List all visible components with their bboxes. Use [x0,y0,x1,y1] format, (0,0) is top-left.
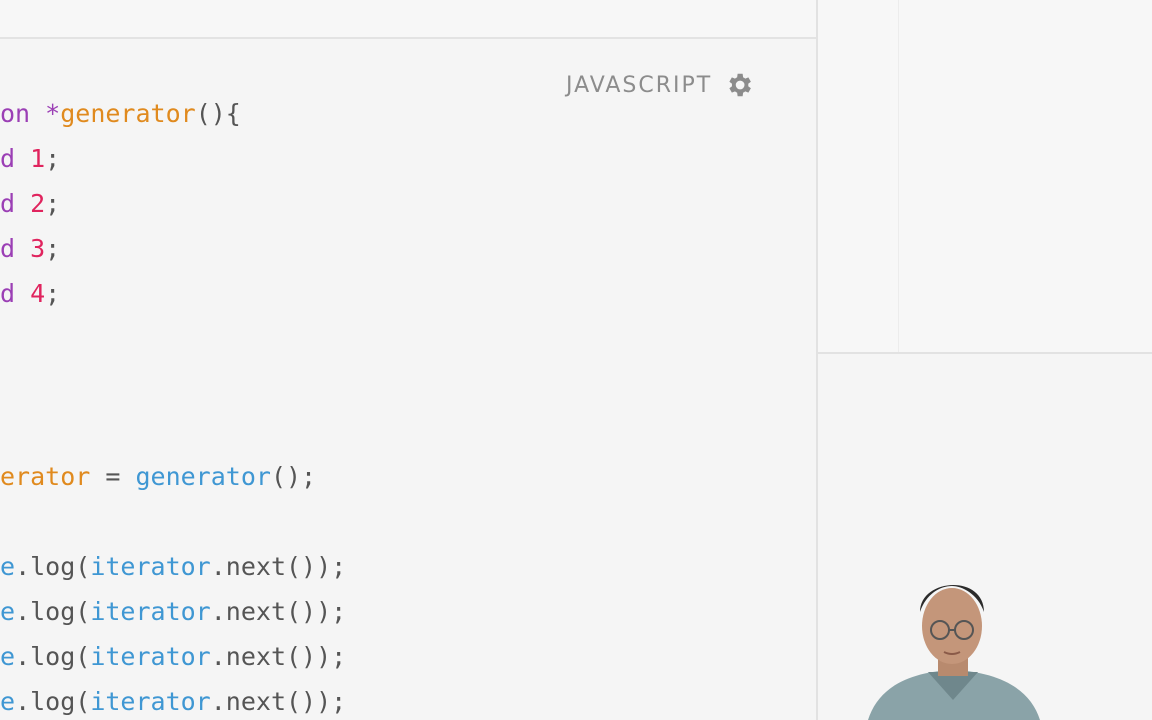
language-selector[interactable]: JAVASCRIPT [566,70,754,100]
code-token: ; [45,234,61,263]
code-line[interactable]: e.log(iterator.next()); [0,640,346,674]
code-line[interactable]: e.log(iterator.next()); [0,550,346,584]
pane-guide [898,0,899,352]
code-token: .next()); [210,687,347,716]
code-token: generator [60,99,196,128]
code-token: on [0,99,46,128]
code-token: (){ [195,99,241,128]
code-token: 2 [30,189,46,218]
code-line[interactable]: erator = generator(); [0,460,316,494]
code-token: e [0,642,16,671]
code-token: e [0,687,16,716]
code-token: .log( [15,687,91,716]
code-token: iterator [90,552,211,581]
code-token: d [0,279,31,308]
code-editor[interactable]: on *generator(){d 1; d 2; d 3; d 4; erator =… [0,39,816,720]
code-token: .log( [15,642,91,671]
code-token: ; [45,279,61,308]
code-token: generator [135,462,271,491]
code-token: d [0,234,31,263]
code-token: .next()); [210,552,347,581]
code-token: d [0,144,31,173]
code-token: erator [0,462,91,491]
presenter-image [868,584,1040,720]
code-token: iterator [90,597,211,626]
code-token: ; [45,189,61,218]
gear-icon[interactable] [724,70,754,100]
code-token: 1 [30,144,46,173]
code-line[interactable]: d 2; [0,187,60,221]
code-token: e [0,597,16,626]
presenter-webcam [858,560,1048,720]
code-token: ; [45,144,61,173]
language-label: JAVASCRIPT [566,72,713,98]
code-token: .next()); [210,597,347,626]
code-token: 4 [30,279,46,308]
code-line[interactable]: e.log(iterator.next()); [0,595,346,629]
code-token: .log( [15,597,91,626]
code-token: 3 [30,234,46,263]
code-token: iterator [90,687,211,716]
code-token: e [0,552,16,581]
code-token: .next()); [210,642,347,671]
code-line[interactable]: d 1; [0,142,60,176]
code-token: iterator [90,642,211,671]
code-line[interactable]: on *generator(){ [0,97,241,131]
code-token: d [0,189,31,218]
code-line[interactable]: e.log(iterator.next()); [0,685,346,719]
code-token: * [45,99,61,128]
code-token: = [90,462,136,491]
code-token: .log( [15,552,91,581]
code-token: (); [270,462,317,491]
code-line[interactable]: d 4; [0,277,60,311]
code-line[interactable]: d 3; [0,232,60,266]
result-pane [818,0,1152,352]
editor-top-bar [0,0,816,39]
